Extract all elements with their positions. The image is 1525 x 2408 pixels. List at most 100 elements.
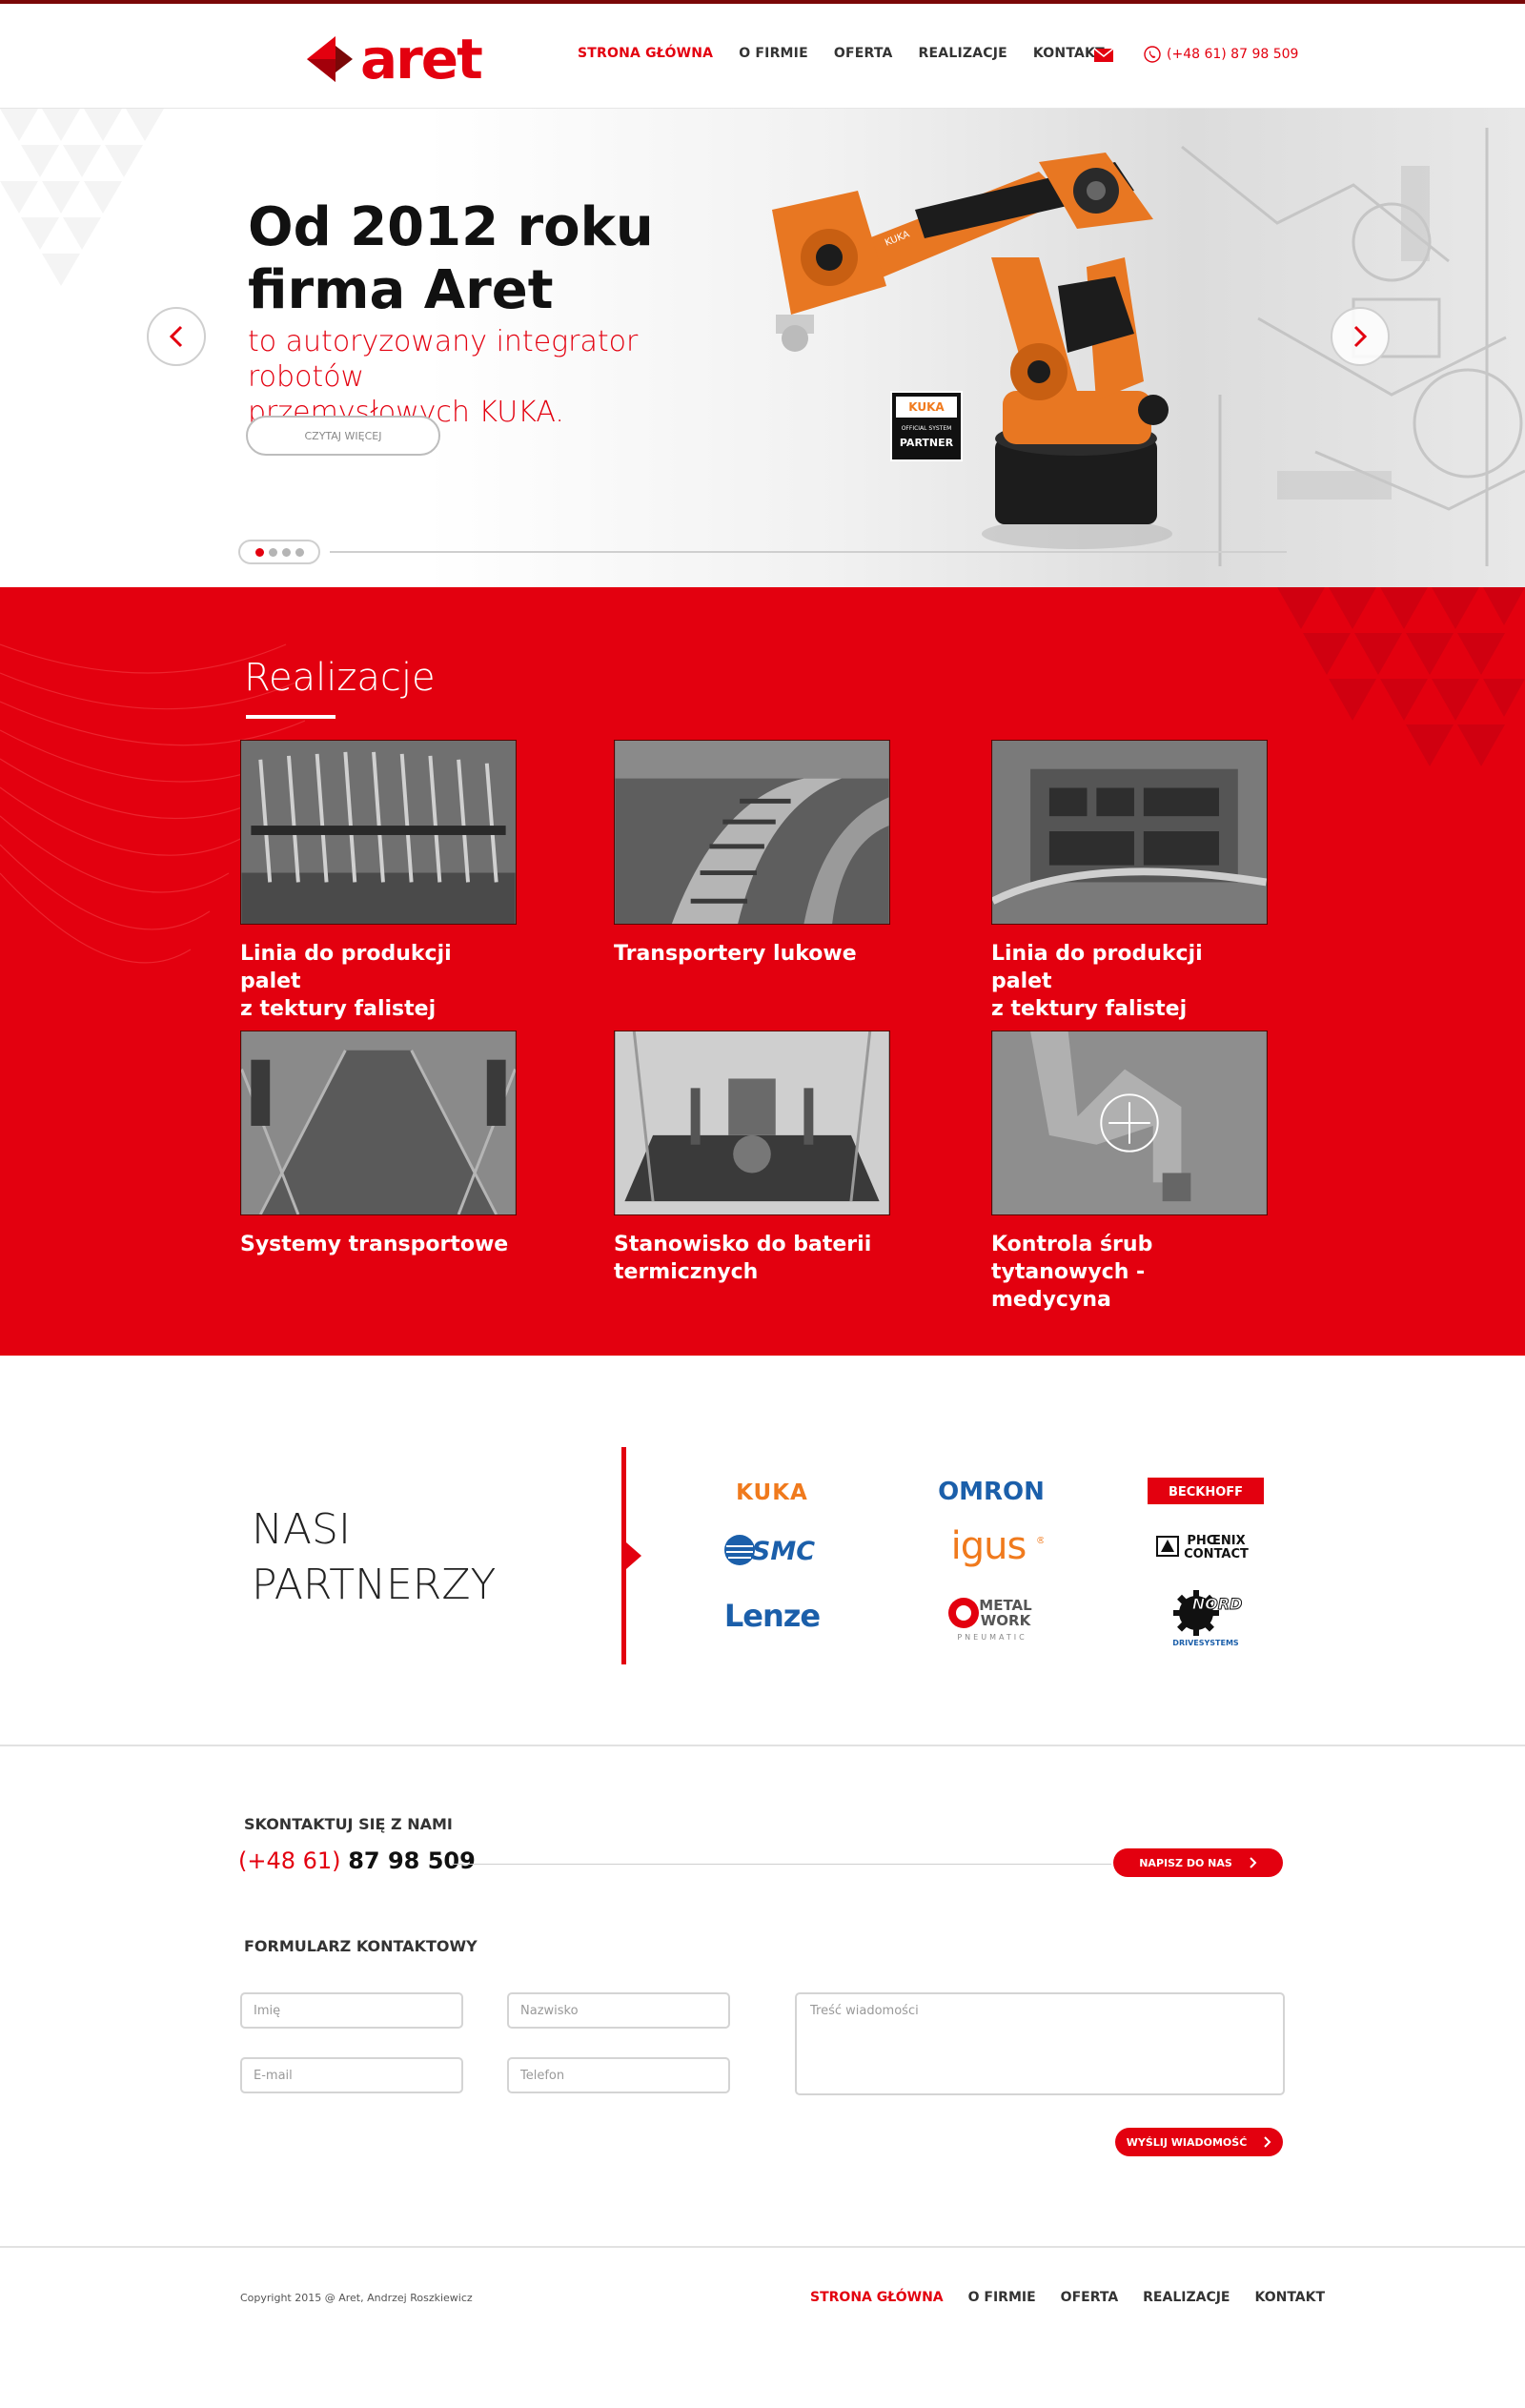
svg-text:NORD: NORD <box>1192 1595 1243 1613</box>
metal-work-logo: METAL WORK PNEUMATIC <box>948 1597 1032 1642</box>
slider-next-button[interactable] <box>1331 307 1390 366</box>
partner-logo-metal-work[interactable]: METAL WORK PNEUMATIC <box>940 1594 1045 1643</box>
svg-text:Lenze: Lenze <box>724 1598 821 1634</box>
kuka-badge-line2: PARTNER <box>899 437 954 449</box>
partner-logo-beckhoff[interactable]: BECKHOFF <box>1148 1478 1264 1504</box>
partner-logo-smc[interactable]: SMC <box>717 1529 827 1571</box>
svg-text:PHŒNIX: PHŒNIX <box>1187 1534 1245 1548</box>
igus-logo: igus ® <box>951 1524 1044 1568</box>
write-to-us-button[interactable]: NAPISZ DO NAS <box>1113 1848 1283 1877</box>
envelope-icon[interactable] <box>1094 49 1113 62</box>
form-heading: FORMULARZ KONTAKTOWY <box>244 1937 478 1955</box>
partner-logo-omron[interactable]: OMRON <box>925 1474 1058 1508</box>
svg-text:BECKHOFF: BECKHOFF <box>1169 1485 1243 1500</box>
chevron-right-icon <box>1250 1857 1257 1868</box>
triangle-pattern-red <box>1277 587 1525 766</box>
header: aret STRONA GŁÓWNA O FIRMIE OFERTA REALI… <box>0 4 1525 109</box>
name-field[interactable] <box>240 1992 463 2029</box>
footer-nav-home[interactable]: STRONA GŁÓWNA <box>810 2290 944 2305</box>
email-field[interactable] <box>240 2057 463 2093</box>
slider-prev-button[interactable] <box>147 307 206 366</box>
slider-dot-2[interactable] <box>268 547 277 557</box>
logo-triangles-icon <box>307 36 353 82</box>
lenze-logo: Lenze <box>724 1598 822 1634</box>
project-card[interactable]: Stanowisko do baterii termicznych <box>614 1031 890 1286</box>
nav-offer[interactable]: OFERTA <box>834 46 893 61</box>
svg-text:®: ® <box>1036 1536 1044 1546</box>
header-phone[interactable]: (+48 61) 87 98 509 <box>1144 46 1298 63</box>
chevron-left-icon <box>169 325 183 348</box>
section-divider <box>0 1745 1525 1746</box>
kuka-logo: KUKA <box>736 1480 808 1503</box>
footer-nav-projects[interactable]: REALIZACJE <box>1143 2290 1230 2305</box>
beckhoff-logo: BECKHOFF <box>1169 1485 1243 1500</box>
project-image <box>991 1031 1268 1215</box>
slider-pagination <box>238 540 320 564</box>
projects-title-underline <box>246 715 336 719</box>
nav-about[interactable]: O FIRMIE <box>739 46 808 61</box>
project-photo-titanium-screws <box>992 1031 1267 1214</box>
contact-phone[interactable]: (+48 61) 87 98 509 <box>238 1847 476 1874</box>
svg-text:igus: igus <box>951 1524 1027 1568</box>
hero-subtitle: to autoryzowany integrator robotów przem… <box>248 325 639 429</box>
project-image <box>614 1031 890 1215</box>
partner-logo-igus[interactable]: igus ® <box>928 1521 1054 1575</box>
kuka-badge-brand: KUKA <box>908 400 945 414</box>
partner-logo-nord[interactable]: NORD DRIVESYSTEMS <box>1167 1586 1245 1649</box>
copyright: Copyright 2015 @ Aret, Andrzej Roszkiewi… <box>240 2292 473 2304</box>
partner-logo-kuka[interactable]: KUKA <box>705 1476 839 1508</box>
project-card[interactable]: Systemy transportowe <box>240 1031 517 1258</box>
partners-divider-arrow <box>626 1542 641 1569</box>
svg-text:SMC: SMC <box>752 1537 815 1566</box>
message-field[interactable] <box>795 1992 1285 2095</box>
slider-dot-3[interactable] <box>281 547 291 557</box>
contact-divider-line <box>452 1864 1111 1865</box>
contact-phone-number: 87 98 509 <box>348 1847 476 1874</box>
partner-logo-lenze[interactable]: Lenze <box>713 1594 831 1636</box>
projects-title: Realizacje <box>244 656 436 700</box>
project-image <box>240 740 517 925</box>
project-photo-control-panel <box>992 741 1267 924</box>
svg-text:KUKA: KUKA <box>736 1480 808 1503</box>
logo-text: aret <box>360 27 483 92</box>
partner-logo-phoenix-contact[interactable]: PHŒNIX CONTACT <box>1151 1529 1258 1563</box>
nav-home[interactable]: STRONA GŁÓWNA <box>578 46 713 61</box>
project-photo-battery-station <box>615 1031 889 1214</box>
nav-projects[interactable]: REALIZACJE <box>919 46 1007 61</box>
svg-text:CONTACT: CONTACT <box>1184 1547 1249 1561</box>
svg-text:PNEUMATIC: PNEUMATIC <box>957 1633 1027 1642</box>
phone-field[interactable] <box>507 2057 730 2093</box>
footer-divider <box>0 2246 1525 2248</box>
project-card[interactable]: Transportery lukowe <box>614 740 890 968</box>
slider-dot-1[interactable] <box>254 547 264 557</box>
chevron-right-icon <box>1353 325 1368 348</box>
logo[interactable]: aret <box>303 27 483 92</box>
nord-logo: NORD DRIVESYSTEMS <box>1172 1590 1243 1647</box>
project-title: Stanowisko do baterii termicznych <box>614 1233 872 1284</box>
surname-field[interactable] <box>507 1992 730 2029</box>
project-image <box>991 740 1268 925</box>
footer-nav-about[interactable]: O FIRMIE <box>968 2290 1036 2305</box>
hero-slider: KUKA KUKA OFFICIAL SYSTEM PARTNER Od 201… <box>0 109 1525 587</box>
project-card[interactable]: Kontrola śrub tytanowych - medycyna <box>991 1031 1268 1314</box>
chevron-right-icon <box>1264 2136 1271 2148</box>
header-phone-text: (+48 61) 87 98 509 <box>1167 47 1299 62</box>
project-photo-pallet-line <box>241 741 516 924</box>
project-card[interactable]: Linia do produkcji palet z tektury falis… <box>991 740 1268 1023</box>
read-more-button[interactable]: CZYTAJ WIĘCEJ <box>246 416 440 456</box>
kuka-robot-image: KUKA <box>772 153 1172 549</box>
send-message-button[interactable]: WYŚLIJ WIADOMOŚĆ <box>1115 2128 1283 2156</box>
slider-dot-4[interactable] <box>295 547 304 557</box>
main-nav: STRONA GŁÓWNA O FIRMIE OFERTA REALIZACJE… <box>578 46 1130 61</box>
project-photo-curved-conveyor <box>615 741 889 924</box>
smc-logo: SMC <box>724 1535 815 1566</box>
project-image <box>614 740 890 925</box>
footer-nav: STRONA GŁÓWNA O FIRMIE OFERTA REALIZACJE… <box>810 2290 1350 2305</box>
triangle-pattern <box>0 109 164 286</box>
project-title: Linia do produkcji palet z tektury falis… <box>991 942 1203 1021</box>
omron-logo: OMRON <box>938 1478 1045 1505</box>
project-title: Linia do produkcji palet z tektury falis… <box>240 942 452 1021</box>
project-card[interactable]: Linia do produkcji palet z tektury falis… <box>240 740 517 1023</box>
footer-nav-offer[interactable]: OFERTA <box>1061 2290 1118 2305</box>
footer-nav-contact[interactable]: KONTAKT <box>1255 2290 1326 2305</box>
